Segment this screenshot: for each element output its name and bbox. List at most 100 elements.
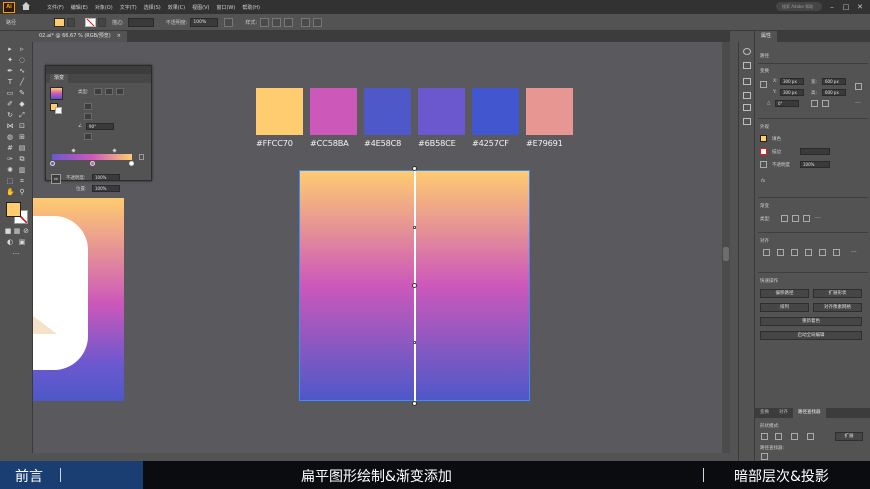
align-bottom-edges-icon[interactable]	[833, 249, 840, 256]
arrange-icon[interactable]	[313, 17, 323, 27]
radial-type-icon[interactable]	[792, 215, 799, 222]
gradient-stop-middle[interactable]	[412, 283, 417, 288]
help-search-input[interactable]: 搜索 Adobe 帮助	[776, 2, 822, 11]
gradient-mode-icon[interactable]: ▦	[13, 228, 21, 235]
direct-selection-tool-icon[interactable]: ▹	[18, 46, 26, 53]
midpoint-diamond-1[interactable]	[71, 148, 76, 153]
x-input[interactable]: 300 px	[780, 78, 804, 85]
menu-window[interactable]: 窗口(W)	[216, 4, 235, 11]
swatch-1-color[interactable]	[256, 88, 303, 135]
fill-dropdown[interactable]	[67, 17, 76, 27]
arrange-button[interactable]: 排列	[760, 303, 809, 312]
minimize-button[interactable]: –	[828, 3, 836, 11]
more-tools-icon[interactable]: ···	[12, 251, 20, 258]
delete-stop-icon[interactable]	[139, 154, 144, 160]
height-input[interactable]: 600 px	[822, 89, 846, 96]
menu-file[interactable]: 文件(F)	[47, 4, 64, 11]
gradient-stop-mid[interactable]	[90, 161, 95, 166]
stroke-weight-field[interactable]	[800, 148, 830, 155]
align-left-icon[interactable]	[260, 17, 270, 27]
color-mode-icon[interactable]: ■	[4, 228, 12, 235]
hand-tool-icon[interactable]: ✋	[6, 189, 15, 196]
none-mode-icon[interactable]: ⊘	[22, 228, 30, 235]
stroke-weight-input[interactable]	[127, 17, 154, 27]
control-stroke-swatch[interactable]	[85, 17, 97, 27]
mesh-tool-icon[interactable]: #	[6, 145, 14, 152]
menu-help[interactable]: 帮助(H)	[242, 4, 260, 11]
exclude-icon[interactable]	[807, 433, 814, 440]
radial-gradient-button[interactable]	[105, 88, 113, 95]
align-hcenter-icon[interactable]	[777, 249, 784, 256]
stop-opacity-input[interactable]: 100%	[92, 174, 120, 181]
menu-type[interactable]: 文字(T)	[120, 4, 137, 11]
swatch-5-color[interactable]	[472, 88, 519, 135]
graphic-styles-panel-icon[interactable]	[743, 104, 751, 111]
control-fill-swatch[interactable]	[54, 17, 66, 27]
recolor-icon[interactable]	[224, 17, 234, 27]
slice-tool-icon[interactable]: ⌗	[18, 178, 26, 185]
document-tab[interactable]: 02.ai* @ 66.67 % (RGB/预览) ×	[33, 31, 127, 42]
paintbrush-tool-icon[interactable]: ✎	[18, 90, 26, 97]
properties-tab[interactable]: 属性	[755, 31, 777, 42]
y-input[interactable]: 300 px	[780, 89, 804, 96]
line-tool-icon[interactable]: ╱	[18, 79, 26, 86]
blend-tool-icon[interactable]: ⧉	[18, 156, 26, 163]
close-tab-icon[interactable]: ×	[117, 31, 121, 42]
type-tool-icon[interactable]: T	[6, 79, 14, 86]
shaper-tool-icon[interactable]: ✐	[6, 101, 14, 108]
align-more-icon[interactable]: ···	[851, 249, 858, 256]
align-top-edges-icon[interactable]	[805, 249, 812, 256]
perspective-grid-tool-icon[interactable]: ⊞	[18, 134, 26, 141]
opacity-field[interactable]: 100%	[800, 161, 830, 168]
constrain-proportions-icon[interactable]	[855, 83, 862, 90]
gradient-panel-title[interactable]: 渐变	[50, 74, 69, 83]
menu-effect[interactable]: 效果(C)	[168, 4, 185, 11]
eraser-tool-icon[interactable]: ◆	[18, 101, 26, 108]
fx-icon[interactable]: fx	[761, 179, 765, 184]
transform-tab[interactable]: 变换	[755, 408, 774, 418]
menu-view[interactable]: 视图(V)	[192, 4, 209, 11]
gradient-midpoint-1[interactable]	[413, 226, 416, 229]
gradient-more-icon[interactable]: ···	[815, 215, 822, 222]
rectangle-tool-icon[interactable]: ▭	[6, 90, 14, 97]
linear-gradient-button[interactable]	[94, 88, 102, 95]
freeform-gradient-button[interactable]	[116, 88, 124, 95]
expand-shape-button[interactable]: 扩展形状	[813, 289, 862, 298]
intersect-icon[interactable]	[791, 433, 798, 440]
color-panel-icon[interactable]	[743, 48, 751, 55]
appearance-stroke-swatch[interactable]	[760, 148, 767, 155]
symbols-panel-icon[interactable]	[743, 92, 751, 99]
opacity-input[interactable]: 100%	[190, 17, 219, 27]
shape-builder-tool-icon[interactable]: ◍	[6, 134, 14, 141]
graph-tool-icon[interactable]: ▥	[18, 167, 26, 174]
unite-icon[interactable]	[761, 433, 768, 440]
toolbar-fill-swatch[interactable]	[6, 202, 21, 217]
draw-mode-icon[interactable]: ◐	[6, 239, 14, 246]
align-left-edges-icon[interactable]	[763, 249, 770, 256]
flip-horizontal-icon[interactable]	[811, 100, 818, 107]
edit-gradient-button[interactable]	[84, 103, 92, 110]
swatch-6-color[interactable]	[526, 88, 573, 135]
global-edit-button[interactable]: 启动全局编辑	[760, 331, 862, 340]
brushes-panel-icon[interactable]	[743, 78, 751, 85]
gradient-preview-swatch[interactable]	[50, 87, 63, 100]
home-icon[interactable]	[21, 2, 31, 12]
gradient-angle-input[interactable]: 90°	[86, 123, 114, 130]
align-center-icon[interactable]	[272, 17, 282, 27]
gradient-tool-icon[interactable]: ▤	[18, 145, 26, 152]
menu-select[interactable]: 选择(S)	[144, 4, 161, 11]
recolor-button[interactable]: 重新着色	[760, 317, 862, 326]
linear-type-icon[interactable]	[781, 215, 788, 222]
symbol-sprayer-tool-icon[interactable]: ✺	[6, 167, 14, 174]
menu-object[interactable]: 对象(O)	[95, 4, 113, 11]
rotate-input[interactable]: 0°	[775, 100, 799, 107]
gradient-stop-left[interactable]	[50, 161, 55, 166]
swatch-3-color[interactable]	[364, 88, 411, 135]
close-window-button[interactable]: ✕	[856, 3, 864, 11]
swatch-2-color[interactable]	[310, 88, 357, 135]
eyedropper-icon[interactable]: ✑	[51, 174, 61, 184]
appearance-fill-swatch[interactable]	[760, 135, 767, 142]
align-right-edges-icon[interactable]	[791, 249, 798, 256]
curvature-tool-icon[interactable]: ∿	[18, 68, 26, 75]
width-input[interactable]: 600 px	[822, 78, 846, 85]
